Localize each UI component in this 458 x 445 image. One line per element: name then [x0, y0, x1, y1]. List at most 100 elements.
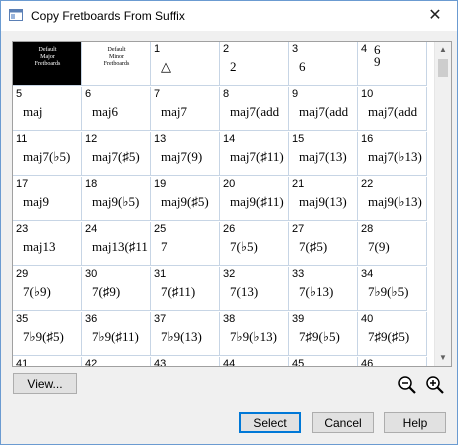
chord-suffix: maj7(♭13): [368, 149, 422, 164]
suffix-number: 22: [361, 178, 374, 190]
suffix-cell[interactable]: 1 △: [151, 42, 220, 86]
suffix-number: 25: [154, 223, 167, 235]
grid-row: 417♯9(♯11)427♯9(13)437♯9(♭13)447alt457(o…: [13, 357, 433, 367]
suffix-cell[interactable]: 27 7(♯5): [289, 222, 358, 266]
suffix-cell[interactable]: 21 maj9(13): [289, 177, 358, 221]
chord-suffix: 7♭9(♯11): [92, 329, 139, 344]
dialog-window: Copy Fretboards From Suffix ✕ Default Ma…: [0, 0, 458, 445]
suffix-cell[interactable]: 7 maj7: [151, 87, 220, 131]
grid-row: 11 maj7(♭5) 12 maj7(♯5) 13 maj7(9) 14 maj7(♯11)…: [13, 132, 433, 177]
suffix-number: 27: [292, 223, 305, 235]
suffix-cell[interactable]: 14 maj7(♯11): [220, 132, 289, 176]
chord-suffix: maj9(♯11): [230, 194, 284, 209]
suffix-cell[interactable]: 36: [289, 42, 358, 86]
suffix-cell[interactable]: 6 maj6: [82, 87, 151, 131]
chord-suffix: 7(♭5): [230, 239, 258, 254]
suffix-number: 43: [154, 358, 167, 367]
zoom-out-icon[interactable]: [397, 375, 417, 395]
title-bar: Copy Fretboards From Suffix ✕: [1, 1, 457, 31]
chord-suffix: 7(13): [230, 284, 259, 299]
suffix-cell[interactable]: 38 7♭9(♭13): [220, 312, 289, 356]
scroll-thumb[interactable]: [438, 59, 448, 77]
chord-suffix: maj6: [92, 104, 118, 119]
suffix-cell[interactable]: 40 7♯9(♯5): [358, 312, 427, 356]
suffix-number: 34: [361, 268, 374, 280]
chord-suffix: 7♭9(♯5): [23, 329, 64, 344]
vertical-scrollbar[interactable]: ▲ ▼: [434, 42, 451, 366]
suffix-cell[interactable]: 19 maj9(♯5): [151, 177, 220, 221]
suffix-cell[interactable]: 13 maj7(9): [151, 132, 220, 176]
grid-row: Default Major Fretboards Default Minor Fr…: [13, 42, 433, 87]
suffix-cell[interactable]: 10 maj7(add: [358, 87, 427, 131]
chord-suffix: maj9(♭13): [368, 194, 422, 209]
suffix-number: 20: [223, 178, 236, 190]
suffix-number: 15: [292, 133, 305, 145]
suffix-cell[interactable]: 23 maj13: [13, 222, 82, 266]
suffix-cell[interactable]: 30 7(♯9): [82, 267, 151, 311]
suffix-cell[interactable]: 31 7(♯11): [151, 267, 220, 311]
suffix-cell[interactable]: 427♯9(13): [82, 357, 151, 367]
chord-suffix: 7(♯5): [299, 239, 328, 254]
suffix-cell[interactable]: 4 6 9: [358, 42, 427, 86]
suffix-cell[interactable]: 36 7♭9(♯11): [82, 312, 151, 356]
suffix-cell[interactable]: 12 maj7(♯5): [82, 132, 151, 176]
cancel-button[interactable]: Cancel: [312, 412, 374, 433]
suffix-number: 28: [361, 223, 374, 235]
suffix-number: 17: [16, 178, 29, 190]
suffix-cell[interactable]: 32 7(13): [220, 267, 289, 311]
suffix-number: 9: [292, 88, 299, 100]
suffix-cell[interactable]: 8 maj7(add: [220, 87, 289, 131]
chord-suffix: 7♭9(♭5): [368, 284, 409, 299]
scroll-down-arrow[interactable]: ▼: [435, 350, 451, 366]
suffix-cell[interactable]: 447alt: [220, 357, 289, 366]
suffix-number: 23: [16, 223, 29, 235]
suffix-number: 42: [85, 358, 98, 367]
chord-suffix: maj7(13): [299, 149, 347, 164]
chord-suffix: 7♭9(13): [161, 329, 202, 344]
suffix-number: 26: [223, 223, 236, 235]
suffix-cell[interactable]: 25 7: [151, 222, 220, 266]
suffix-cell[interactable]: 28 7(9): [358, 222, 427, 266]
suffix-number: 37: [154, 313, 167, 325]
suffix-cell[interactable]: 39 7♯9(♭5): [289, 312, 358, 356]
select-button[interactable]: Select: [239, 412, 301, 433]
chord-suffix: 7♯9(♯5): [368, 329, 410, 344]
suffix-cell[interactable]: 37 7♭9(13): [151, 312, 220, 356]
suffix-cell[interactable]: 16 maj7(♭13): [358, 132, 427, 176]
suffix-number: 30: [85, 268, 98, 280]
suffix-cell[interactable]: 26 7(♭5): [220, 222, 289, 266]
suffix-cell[interactable]: Default Minor Fretboards: [82, 42, 151, 86]
view-button[interactable]: View...: [13, 373, 77, 394]
zoom-in-icon[interactable]: [425, 375, 445, 395]
chord-suffix: maj7: [161, 104, 187, 119]
suffix-cell[interactable]: 34 7♭9(♭5): [358, 267, 427, 311]
suffix-cell[interactable]: 457(omit 3): [289, 357, 358, 366]
suffix-cell[interactable]: 20 maj9(♯11): [220, 177, 289, 221]
chord-suffix: maj7(add: [230, 104, 280, 119]
suffix-number: 6: [85, 88, 92, 100]
suffix-cell[interactable]: 11 maj7(♭5): [13, 132, 82, 176]
suffix-cell[interactable]: 18 maj9(♭5): [82, 177, 151, 221]
suffix-number: 8: [223, 88, 230, 100]
suffix-number: 13: [154, 133, 167, 145]
suffix-cell[interactable]: 417♯9(♯11): [13, 357, 82, 366]
suffix-cell[interactable]: 29 7(♭9): [13, 267, 82, 311]
suffix-cell[interactable]: 15 maj7(13): [289, 132, 358, 176]
suffix-number: 46: [361, 358, 374, 367]
suffix-cell[interactable]: Default Major Fretboards: [13, 42, 82, 86]
suffix-cell[interactable]: 9 maj7(add: [289, 87, 358, 131]
suffix-cell[interactable]: 33 7(♭13): [289, 267, 358, 311]
close-button[interactable]: ✕: [413, 1, 457, 31]
chord-suffix: maj9(♯5): [161, 194, 209, 209]
help-button[interactable]: Help: [384, 412, 446, 433]
suffix-cell[interactable]: 24 maj13(♯11: [82, 222, 151, 266]
suffix-cell[interactable]: 5 maj: [13, 87, 82, 131]
suffix-cell[interactable]: 467(omit 5): [358, 357, 427, 367]
chord-suffix: maj9(13): [299, 194, 347, 209]
suffix-cell[interactable]: 22 maj9(♭13): [358, 177, 427, 221]
suffix-cell[interactable]: 17 maj9: [13, 177, 82, 221]
suffix-cell[interactable]: 437♯9(♭13): [151, 357, 220, 367]
suffix-cell[interactable]: 35 7♭9(♯5): [13, 312, 82, 356]
scroll-up-arrow[interactable]: ▲: [435, 42, 451, 58]
suffix-cell[interactable]: 22: [220, 42, 289, 86]
